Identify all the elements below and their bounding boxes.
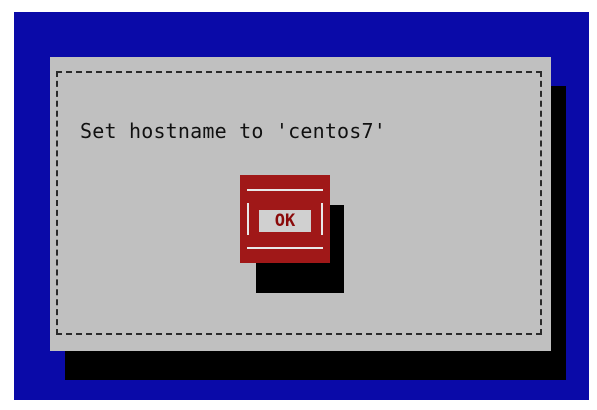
ok-button[interactable]: OK — [240, 175, 330, 263]
ok-button-label: OK — [259, 210, 311, 232]
hostname-dialog: Set hostname to 'centos7' OK — [50, 57, 551, 351]
dialog-message: Set hostname to 'centos7' — [80, 119, 387, 143]
